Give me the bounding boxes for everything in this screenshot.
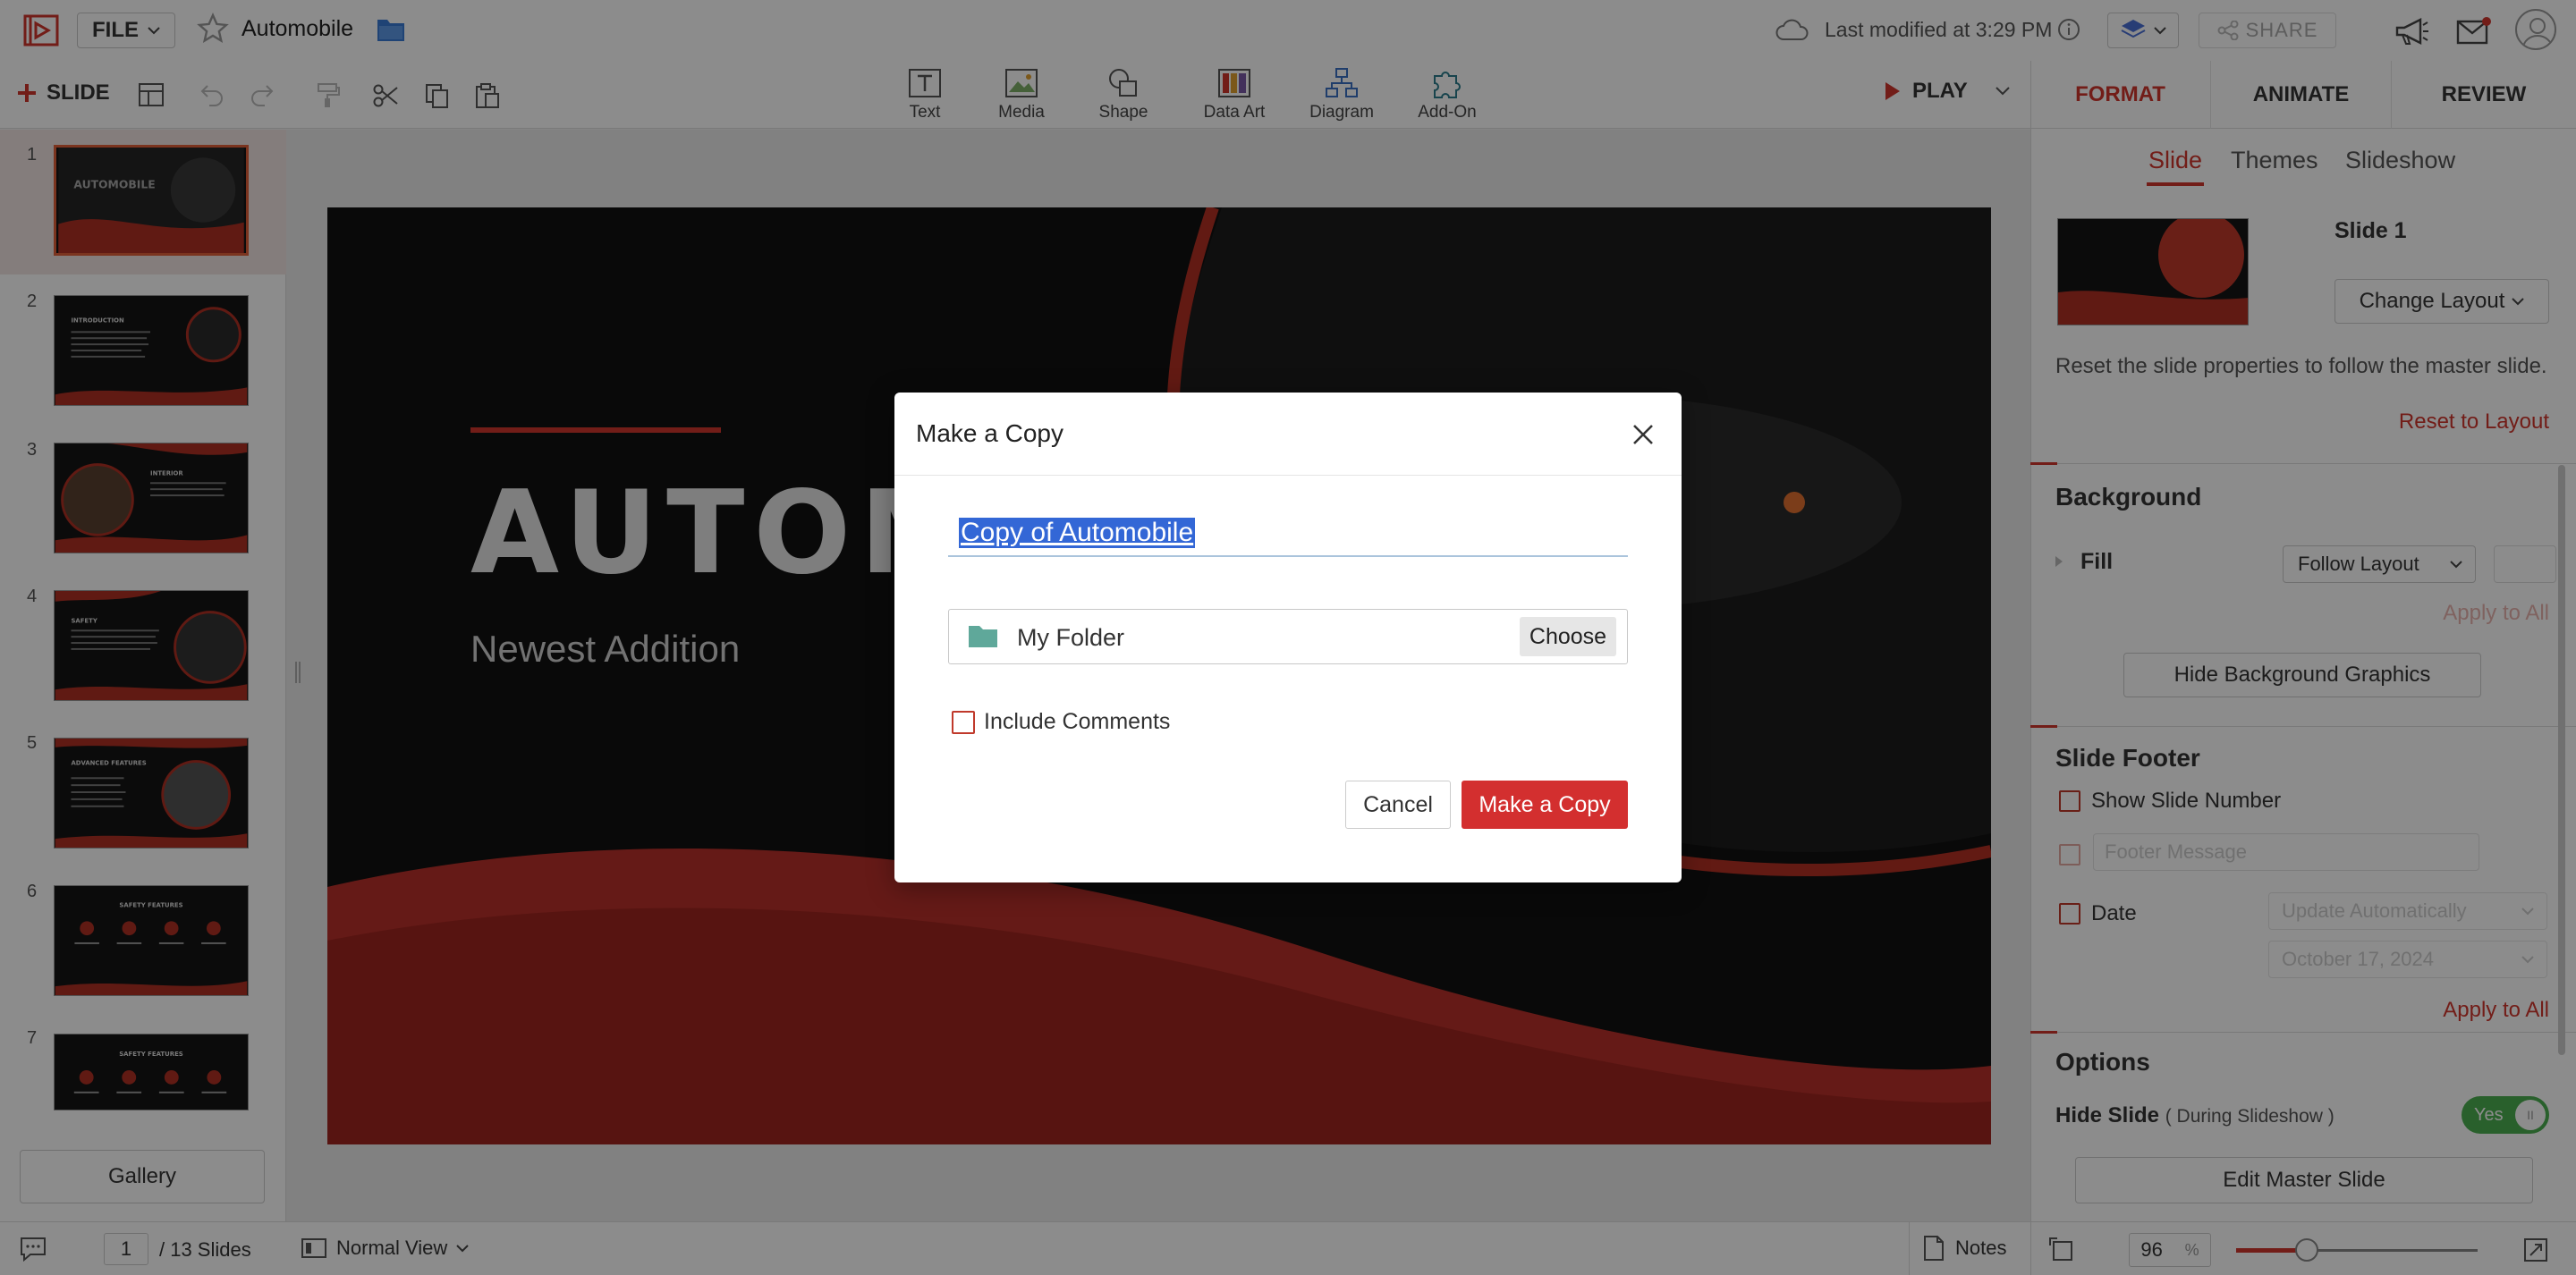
- choose-folder-button[interactable]: Choose: [1520, 617, 1616, 656]
- cancel-button[interactable]: Cancel: [1345, 781, 1451, 829]
- destination-folder-field: My Folder Choose: [948, 609, 1628, 664]
- dialog-divider: [894, 475, 1682, 476]
- copy-name-input[interactable]: Copy of Automobile: [948, 507, 1628, 557]
- include-comments-checkbox[interactable]: [952, 711, 975, 734]
- close-icon[interactable]: [1628, 419, 1658, 450]
- folder-icon: [967, 624, 999, 649]
- make-a-copy-dialog: Make a Copy Copy of Automobile My Folder…: [894, 393, 1682, 882]
- dialog-title: Make a Copy: [916, 419, 1063, 447]
- copy-name-value: Copy of Automobile: [959, 518, 1196, 548]
- make-a-copy-button[interactable]: Make a Copy: [1462, 781, 1628, 829]
- folder-name: My Folder: [1017, 624, 1125, 651]
- include-comments-label[interactable]: Include Comments: [984, 709, 1170, 735]
